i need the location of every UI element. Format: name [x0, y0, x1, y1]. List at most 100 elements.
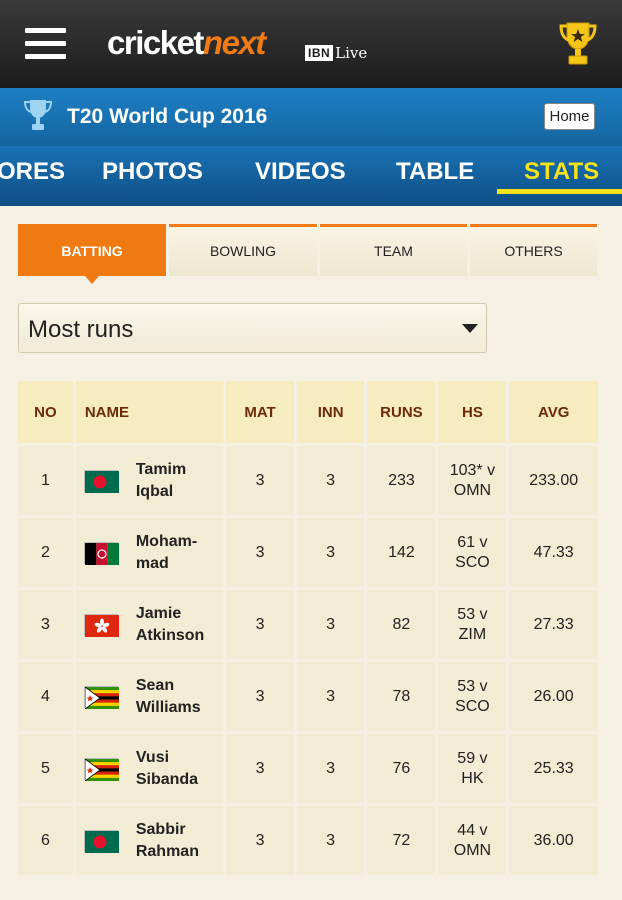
- ibn-live-logo: IBN Live: [305, 44, 367, 62]
- active-tab-indicator: [497, 189, 622, 194]
- cell-name[interactable]: Vusi Sibanda: [75, 734, 224, 803]
- tab-photos[interactable]: PHOTOS: [102, 158, 203, 186]
- cell-runs: 78: [367, 662, 436, 731]
- player-name[interactable]: Sabbir Rahman: [136, 819, 199, 863]
- column-header-hs: HS: [438, 381, 507, 443]
- subtab-team[interactable]: TEAM: [320, 224, 467, 276]
- hs-opponent: OMN: [453, 481, 492, 499]
- cell-runs: 72: [367, 806, 436, 875]
- subtab-batting[interactable]: BATTING: [18, 224, 166, 276]
- cell-hs: 53 v ZIM: [438, 590, 507, 659]
- trophy-icon[interactable]: [558, 20, 598, 68]
- table-header-row: NO NAME MAT INN RUNS HS AVG: [18, 381, 598, 443]
- logo-primary-text: cricket: [107, 24, 204, 61]
- cell-mat: 3: [226, 662, 294, 731]
- cell-no: 3: [18, 590, 73, 659]
- stat-category-select[interactable]: Most runs: [18, 303, 487, 353]
- player-name-line: Jamie: [135, 604, 182, 622]
- cell-mat: 3: [226, 734, 294, 803]
- hongkong-flag-icon: [83, 613, 119, 637]
- cell-hs: 103* v OMN: [438, 446, 507, 515]
- player-info: Tamim Iqbal: [83, 459, 223, 503]
- hs-score: 59 v: [457, 749, 488, 767]
- tab-videos[interactable]: VIDEOS: [255, 158, 346, 186]
- table-row[interactable]: 3 Jamie Atkinson 3 3 82 53 v ZIM 27.33: [18, 590, 598, 659]
- table-row[interactable]: 4 Sean Williams 3 3 78 53 v SCO 26.00: [18, 662, 598, 731]
- player-name-line: mad: [135, 554, 169, 572]
- table-row[interactable]: 2 Moham-mad 3 3 142 61 v SCO 47.33: [18, 518, 598, 587]
- bangladesh-flag-icon: [83, 469, 119, 493]
- section-nav: ORES PHOTOS VIDEOS TABLE STATS: [0, 146, 622, 206]
- subtab-bowling[interactable]: BOWLING: [169, 224, 317, 276]
- cell-runs: 233: [367, 446, 436, 515]
- player-name-line: Vusi: [135, 748, 170, 766]
- cell-inn: 3: [296, 446, 365, 515]
- player-name-line: Sibanda: [135, 770, 199, 788]
- hs-opponent: ZIM: [458, 625, 487, 643]
- table-row[interactable]: 5 Vusi Sibanda 3 3 76 59 v HK 25.33: [18, 734, 598, 803]
- player-name-line: Sean: [135, 676, 175, 694]
- tab-scores[interactable]: ORES: [0, 158, 65, 186]
- zimbabwe-flag-icon: [83, 685, 119, 710]
- cell-no: 1: [18, 446, 73, 515]
- cell-inn: 3: [296, 806, 365, 875]
- column-header-avg: AVG: [509, 381, 598, 443]
- hs-score: 44 v: [457, 821, 488, 839]
- hs-opponent: OMN: [453, 841, 492, 859]
- cell-name[interactable]: Sean Williams: [75, 662, 224, 731]
- player-name-line: Tamim: [135, 460, 187, 478]
- hs-score: 61 v: [457, 533, 488, 551]
- cell-avg: 25.33: [509, 734, 598, 803]
- menu-icon[interactable]: [25, 28, 66, 60]
- cell-name[interactable]: Jamie Atkinson: [75, 590, 224, 659]
- cell-hs: 61 v SCO: [438, 518, 507, 587]
- cell-name[interactable]: Tamim Iqbal: [75, 446, 224, 515]
- player-info: Jamie Atkinson: [83, 603, 223, 647]
- table-row[interactable]: 6 Sabbir Rahman 3 3 72 44 v OMN 36.00: [18, 806, 598, 875]
- player-name[interactable]: Jamie Atkinson: [136, 603, 204, 647]
- cell-mat: 3: [226, 806, 294, 875]
- player-name[interactable]: Tamim Iqbal: [136, 459, 186, 503]
- cell-avg: 233.00: [509, 446, 598, 515]
- hs-opponent: SCO: [455, 697, 490, 715]
- ibn-logo-text: IBN: [305, 45, 334, 61]
- player-name-line: Rahman: [135, 842, 199, 860]
- cell-inn: 3: [296, 518, 365, 587]
- player-info: Sabbir Rahman: [83, 819, 223, 863]
- bangladesh-flag-icon: [83, 829, 119, 853]
- cell-name[interactable]: Moham-mad: [75, 518, 224, 587]
- hs-score: 53 v: [457, 677, 488, 695]
- cell-avg: 47.33: [509, 518, 598, 587]
- table-row[interactable]: 1 Tamim Iqbal 3 3 233 103* v OMN 233.00: [18, 446, 598, 515]
- player-name-line: Sabbir: [135, 820, 186, 838]
- player-name-line: Williams: [135, 698, 201, 716]
- tab-table[interactable]: TABLE: [396, 158, 474, 186]
- cell-hs: 59 v HK: [438, 734, 507, 803]
- cricketnext-logo: cricket next: [107, 24, 266, 64]
- cell-name[interactable]: Sabbir Rahman: [75, 806, 224, 875]
- tournament-title-bar: T20 World Cup 2016 Home: [0, 88, 622, 146]
- player-name[interactable]: Sean Williams: [136, 675, 201, 719]
- home-button[interactable]: Home: [544, 103, 595, 130]
- player-info: Moham-mad: [83, 531, 223, 575]
- cell-inn: 3: [296, 734, 365, 803]
- hs-score: 53 v: [457, 605, 488, 623]
- player-name[interactable]: Vusi Sibanda: [136, 747, 198, 791]
- player-name[interactable]: Moham-mad: [136, 531, 197, 575]
- player-name-line: Moham-: [135, 532, 198, 550]
- tab-stats[interactable]: STATS: [524, 158, 599, 186]
- page-title: T20 World Cup 2016: [67, 105, 268, 128]
- hs-score: 103* v: [449, 461, 496, 479]
- cell-runs: 82: [367, 590, 436, 659]
- cell-no: 6: [18, 806, 73, 875]
- batting-stats-table: NO NAME MAT INN RUNS HS AVG 1 Tamim Iqbal 3…: [15, 378, 601, 878]
- column-header-no: NO: [18, 381, 73, 443]
- cell-no: 2: [18, 518, 73, 587]
- cell-mat: 3: [226, 518, 294, 587]
- player-name-line: Atkinson: [135, 626, 205, 644]
- cell-inn: 3: [296, 662, 365, 731]
- chevron-down-icon: [462, 324, 478, 333]
- player-name-line: Iqbal: [135, 482, 174, 500]
- stat-category-selected: Most runs: [28, 316, 134, 343]
- subtab-others[interactable]: OTHERS: [470, 224, 597, 276]
